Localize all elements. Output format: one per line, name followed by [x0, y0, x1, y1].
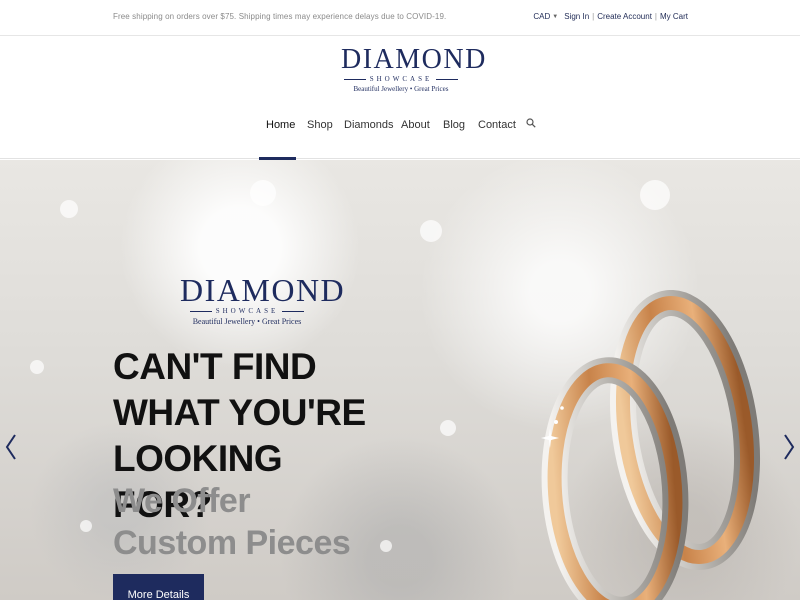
chevron-left-icon[interactable]: [4, 432, 18, 462]
hero-slider: DIAMOND SHOWCASE Beautiful Jewellery • G…: [0, 160, 800, 600]
logo-tagline: Beautiful Jewellery • Great Prices: [353, 85, 449, 93]
search-icon[interactable]: [526, 118, 536, 128]
site-header: DIAMOND SHOWCASE Beautiful Jewellery • G…: [0, 36, 800, 160]
sparkle: [60, 200, 78, 218]
main-nav: Home Shop Diamonds About Blog Contact: [0, 116, 800, 160]
logo-wordmark: DIAMOND: [341, 44, 487, 75]
nav-item-about[interactable]: About: [401, 119, 430, 131]
sparkle: [420, 220, 442, 242]
sparkle: [440, 420, 456, 436]
sparkle: [30, 360, 44, 374]
divider: [282, 310, 305, 312]
site-logo[interactable]: DIAMOND SHOWCASE Beautiful Jewellery • G…: [341, 44, 487, 94]
currency-selector[interactable]: CAD: [533, 12, 550, 21]
nav-item-blog[interactable]: Blog: [443, 119, 465, 131]
chevron-right-icon[interactable]: [782, 432, 796, 462]
hero-logo-wordmark: DIAMOND: [180, 272, 346, 308]
sparkle: [80, 520, 92, 532]
shipping-promo-text: Free shipping on orders over $75. Shippi…: [113, 12, 447, 21]
sparkle: [250, 180, 276, 206]
top-utility-bar: Free shipping on orders over $75. Shippi…: [0, 0, 800, 36]
sparkle: [380, 540, 392, 552]
sign-in-link[interactable]: Sign In: [564, 12, 589, 21]
divider: [436, 78, 459, 80]
chevron-down-icon[interactable]: ▼: [552, 14, 558, 20]
logo-subtitle: SHOWCASE: [369, 75, 433, 83]
divider: [343, 78, 366, 80]
divider: [189, 310, 212, 312]
account-links: CAD ▼ Sign In | Create Account | My Cart: [533, 12, 688, 21]
hero-logo: DIAMOND SHOWCASE Beautiful Jewellery • G…: [180, 272, 346, 326]
hero-subheadline: We Offer Custom Pieces: [113, 482, 351, 562]
more-details-button[interactable]: More Details: [113, 574, 204, 600]
nav-item-diamonds[interactable]: Diamonds: [344, 119, 394, 131]
nav-item-contact[interactable]: Contact: [478, 119, 516, 131]
sparkle: [640, 180, 670, 210]
create-account-link[interactable]: Create Account: [597, 12, 652, 21]
wedding-rings-image: [541, 290, 761, 600]
nav-item-home[interactable]: Home: [266, 119, 295, 131]
divider: |: [654, 12, 657, 21]
my-cart-link[interactable]: My Cart: [660, 12, 688, 21]
hero-logo-subtitle: SHOWCASE: [215, 307, 279, 315]
hero-logo-tagline: Beautiful Jewellery • Great Prices: [192, 317, 302, 326]
divider: |: [592, 12, 595, 21]
nav-item-shop[interactable]: Shop: [307, 119, 333, 131]
